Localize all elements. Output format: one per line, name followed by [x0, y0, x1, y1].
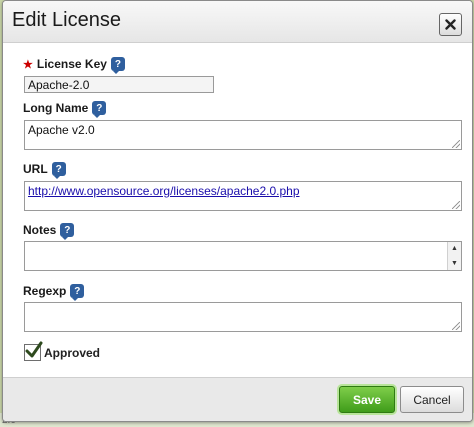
- scroll-down-icon[interactable]: ▼: [451, 260, 458, 267]
- url-value: http://www.opensource.org/licenses/apach…: [28, 184, 300, 198]
- license-key-label: ★ License Key ?: [23, 57, 125, 74]
- long-name-label-text: Long Name: [23, 101, 89, 115]
- license-key-help-icon[interactable]: ?: [110, 57, 125, 74]
- dialog-body: ★ License Key ? Apache-2.0 Long Name ? A…: [3, 43, 472, 377]
- license-key-label-text: License Key: [36, 57, 107, 71]
- scroll-up-icon[interactable]: ▲: [451, 245, 458, 252]
- license-key-input[interactable]: Apache-2.0: [24, 76, 214, 93]
- resize-grip-icon[interactable]: [452, 201, 460, 209]
- required-star-icon: ★: [23, 58, 33, 71]
- approved-row: Approved: [24, 341, 101, 361]
- edit-license-dialog: Edit License ★ License Key ? Apache-2.0 …: [2, 0, 473, 422]
- url-textarea[interactable]: http://www.opensource.org/licenses/apach…: [24, 181, 462, 211]
- save-button[interactable]: Save: [339, 386, 395, 413]
- long-name-label: Long Name ?: [23, 101, 107, 118]
- long-name-help-icon[interactable]: ?: [92, 101, 107, 118]
- dialog-title: Edit License: [12, 9, 121, 31]
- long-name-textarea[interactable]: Apache v2.0: [24, 120, 462, 150]
- close-button[interactable]: [439, 13, 462, 36]
- url-label-text: URL: [23, 162, 48, 176]
- url-help-icon[interactable]: ?: [51, 162, 66, 179]
- cancel-button[interactable]: Cancel: [400, 386, 464, 413]
- regexp-textarea[interactable]: [24, 302, 462, 332]
- dialog-footer: Save Cancel: [3, 377, 472, 421]
- notes-scrollbar[interactable]: ▲ ▼: [447, 242, 461, 270]
- resize-grip-icon[interactable]: [452, 322, 460, 330]
- notes-label-text: Notes: [23, 223, 57, 237]
- dialog-titlebar: Edit License: [3, 1, 472, 43]
- regexp-label: Regexp ?: [23, 284, 85, 301]
- long-name-value: Apache v2.0: [28, 123, 95, 137]
- notes-label: Notes ?: [23, 223, 75, 240]
- approved-checkbox[interactable]: [24, 341, 43, 361]
- checkmark-icon: [25, 341, 43, 358]
- resize-grip-icon[interactable]: [452, 140, 460, 148]
- notes-textarea[interactable]: ▲ ▼: [24, 241, 462, 271]
- close-x-icon: [445, 19, 456, 30]
- regexp-help-icon[interactable]: ?: [70, 284, 85, 301]
- notes-help-icon[interactable]: ?: [60, 223, 75, 240]
- url-label: URL ?: [23, 162, 66, 179]
- approved-label: Approved: [44, 345, 101, 360]
- regexp-label-text: Regexp: [23, 284, 67, 298]
